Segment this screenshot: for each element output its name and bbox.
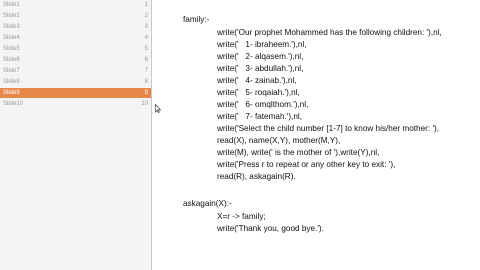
slide-label: Slide5	[3, 46, 20, 52]
slide-label: Slide10	[3, 101, 24, 107]
slide-number: 4	[144, 35, 148, 41]
code-editor[interactable]: family:- write('Our prophet Mohammed has…	[152, 0, 480, 270]
code-line: write(' 2- alqasem.'),nl,	[217, 52, 304, 61]
slide-label: Slide8	[3, 79, 20, 85]
slide-number: 9	[144, 90, 148, 96]
slide-label: Slide6	[3, 57, 20, 63]
slide-number: 7	[144, 68, 148, 74]
slide-item[interactable]: Slide2 2	[0, 11, 151, 21]
slide-number: 5	[144, 46, 148, 52]
slide-item[interactable]: Slide1 1	[0, 0, 151, 10]
code-line: write(' 3- abdullah.'),nl,	[217, 64, 304, 73]
code-line: write(' 6- omqlthom.'),nl,	[217, 100, 309, 109]
code-line: write(' 7- fatemah.'),nl,	[217, 112, 303, 121]
code-line: X=r -> family;	[217, 212, 266, 221]
slide-item[interactable]: Slide7 7	[0, 66, 151, 76]
code-line: read(X), name(X,Y), mother(M,Y),	[217, 136, 341, 145]
code-line: write(' 5- roqaiah.'),nl,	[217, 88, 300, 97]
slide-label: Slide1	[3, 2, 20, 8]
slide-item[interactable]: Slide3 3	[0, 22, 151, 32]
slide-label: Slide3	[3, 24, 20, 30]
slide-label: Slide9	[3, 90, 20, 96]
slide-item[interactable]: Slide10 10	[0, 99, 151, 109]
code-line: write('Thank you, good bye.').	[217, 224, 324, 233]
code-line: write('Press r to repeat or any other ke…	[217, 160, 396, 169]
slide-label: Slide4	[3, 35, 20, 41]
code-line: write(M), write(' is the mother of '),wr…	[217, 148, 380, 157]
code-line-family-head: family:-	[183, 15, 210, 24]
slide-number: 10	[141, 101, 148, 107]
code-line: write('Select the child number [1-7] to …	[217, 124, 440, 133]
slide-item[interactable]: Slide6 6	[0, 55, 151, 65]
slide-number: 1	[144, 2, 148, 8]
slide-number: 6	[144, 57, 148, 63]
code-line: write(' 1- ibraheem.'),nl,	[217, 40, 307, 49]
code-line: read(R), askagain(R).	[217, 172, 296, 181]
code-line-askagain-head: askagain(X):-	[183, 199, 232, 208]
code-line: write('Our prophet Mohammed has the foll…	[217, 28, 442, 37]
slide-item[interactable]: Slide5 5	[0, 44, 151, 54]
slide-number: 3	[144, 24, 148, 30]
code-line: write(' 4- zainab.'),nl,	[217, 76, 297, 85]
slide-item[interactable]: Slide8 8	[0, 77, 151, 87]
slide-label: Slide7	[3, 68, 20, 74]
slide-label: Slide2	[3, 13, 20, 19]
slide-thumbnail-pane: Slide1 1 Slide2 2 Slide3 3 Slide4 4 Slid…	[0, 0, 152, 270]
slide-number: 8	[144, 79, 148, 85]
slide-item[interactable]: Slide4 4	[0, 33, 151, 43]
slide-item-selected[interactable]: Slide9 9	[0, 88, 151, 98]
slide-number: 2	[144, 13, 148, 19]
